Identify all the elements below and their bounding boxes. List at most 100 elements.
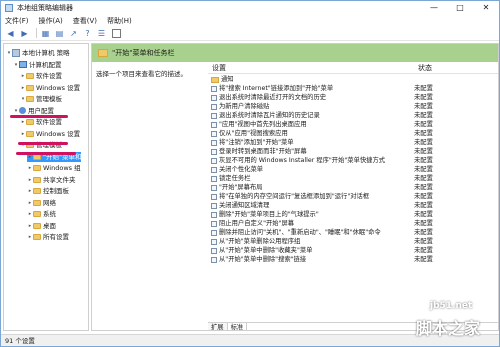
setting-row[interactable]: 将"搜索 Internet"链接添加到"开始"菜单 未配置 xyxy=(208,84,498,93)
tree-item[interactable]: ▸ 控制面板 xyxy=(27,186,69,196)
menu-bar: 文件(F) 操作(A) 查看(V) 帮助(H) xyxy=(1,15,499,26)
tree-item[interactable]: ▸ 网络 xyxy=(27,198,56,208)
setting-icon xyxy=(211,184,217,191)
setting-state: 未配置 xyxy=(414,211,433,218)
setting-row[interactable]: 关闭个性化菜单 未配置 xyxy=(208,165,498,174)
setting-name: 删除并阻止访问"关机"、"重新启动"、"睡眠"和"休眠"命令 xyxy=(219,229,381,236)
tree-item[interactable]: ▾ 用户配置 xyxy=(13,106,54,116)
watermark-url: jb51.net xyxy=(430,301,473,311)
tree-item-label: 本地计算机 策略 xyxy=(22,49,70,57)
tree-item[interactable]: ▸ Windows 组 xyxy=(27,163,81,173)
column-header-setting[interactable]: 设置 xyxy=(208,63,418,73)
setting-row[interactable]: 灰显不可用的 Windows Installer 程序"开始"菜单快捷方式 未配置 xyxy=(208,156,498,165)
setting-state: 未配置 xyxy=(414,103,433,110)
setting-name: 退出系统时清除瓦片通知的历史记录 xyxy=(219,112,320,119)
setting-row[interactable]: 退出系统时清除瓦片通知的历史记录 未配置 xyxy=(208,111,498,120)
tree-item[interactable]: ▸ 桌面 xyxy=(27,221,56,231)
setting-row[interactable]: 退出系统时清除最近打开的文档的历史 未配置 xyxy=(208,93,498,102)
list-icon[interactable]: ☰ xyxy=(96,28,107,39)
tree-item[interactable]: ▾ 本地计算机 策略 xyxy=(6,48,70,58)
folder-row[interactable]: 通知 xyxy=(208,75,498,84)
setting-row[interactable]: 删除并阻止访问"关机"、"重新启动"、"睡眠"和"休眠"命令 未配置 xyxy=(208,228,498,237)
setting-name: 从"开始"菜单中删除"搜索"链接 xyxy=(219,256,307,263)
setting-name: 仅从"应用"视图搜索应用 xyxy=(219,130,288,137)
setting-state: 未配置 xyxy=(414,184,433,191)
setting-row[interactable]: 关闭通知区域清理 未配置 xyxy=(208,201,498,210)
menu-view[interactable]: 查看(V) xyxy=(73,16,97,26)
column-header-state[interactable]: 状态 xyxy=(418,63,468,73)
group-policy-editor-window: 本地组策略编辑器 — □ ✕ 文件(F) 操作(A) 查看(V) 帮助(H) ◀… xyxy=(0,0,500,347)
setting-row[interactable]: 仅从"应用"视图搜索应用 未配置 xyxy=(208,129,498,138)
setting-row[interactable]: "应用"视图中首先列出桌面应用 未配置 xyxy=(208,120,498,129)
setting-state: 未配置 xyxy=(414,148,433,155)
setting-state: 未配置 xyxy=(414,175,433,182)
properties-icon[interactable]: ▤ xyxy=(54,28,65,39)
menu-action[interactable]: 操作(A) xyxy=(39,16,63,26)
setting-name: 从"开始"菜单删除公用程序组 xyxy=(219,238,301,245)
setting-icon xyxy=(211,148,217,155)
folder-view-icon[interactable]: ▦ xyxy=(40,28,51,39)
setting-row[interactable]: 从"开始"菜单中删除"收藏夹"菜单 未配置 xyxy=(208,246,498,255)
setting-name: 通知 xyxy=(221,76,234,83)
forward-icon[interactable]: ▶ xyxy=(19,28,30,39)
export-icon[interactable]: ↗ xyxy=(68,28,79,39)
setting-row[interactable]: 将"注销"添加到"开始"菜单 未配置 xyxy=(208,138,498,147)
setting-icon xyxy=(211,157,217,164)
folder-icon xyxy=(33,188,41,194)
tree-item-label: 系统 xyxy=(43,210,56,218)
menu-file[interactable]: 文件(F) xyxy=(5,16,29,26)
list-header: 设置 状态 xyxy=(208,62,498,74)
tree-item-label: 网络 xyxy=(43,198,56,207)
tree-item[interactable]: ▸ 系统 xyxy=(27,209,56,219)
description-text: 选择一个项目来查看它的描述。 xyxy=(96,70,187,78)
tree-item[interactable]: ▸ Windows 设置 xyxy=(20,83,80,93)
window-title: 本地组策略编辑器 xyxy=(17,4,73,12)
setting-row[interactable]: 登录时转到桌面而非"开始"屏幕 未配置 xyxy=(208,147,498,156)
tree-item[interactable]: ▾ 计算机配置 xyxy=(13,60,62,70)
tree-item-label: 软件设置 xyxy=(36,118,62,126)
tree-item[interactable]: ▸ 共享文件夹 xyxy=(27,175,76,185)
setting-state: 未配置 xyxy=(414,229,433,236)
tree-item[interactable]: ▸ Windows 设置 xyxy=(20,129,80,139)
settings-list: 通知 将"搜索 Internet"链接添加到"开始"菜单 未配置 退出系统时清除最近打… xyxy=(208,75,498,264)
setting-row[interactable]: 删除"开始"菜单项目上的"气球提示" 未配置 xyxy=(208,210,498,219)
tree-item[interactable]: ▸ 软件设置 xyxy=(20,117,62,127)
tree-item-label: Windows 组 xyxy=(43,164,81,172)
setting-icon xyxy=(211,121,217,128)
setting-name: 关闭个性化菜单 xyxy=(219,166,264,173)
tree-item-label: 共享文件夹 xyxy=(43,175,76,184)
maximize-button[interactable]: □ xyxy=(447,1,473,15)
content-header: "开始"菜单和任务栏 xyxy=(92,44,498,62)
setting-row[interactable]: 阻止用户自定义"开始"屏幕 未配置 xyxy=(208,219,498,228)
folder-icon xyxy=(33,176,41,183)
setting-state: 未配置 xyxy=(414,94,433,101)
setting-name: 将"搜索 Internet"链接添加到"开始"菜单 xyxy=(219,85,334,92)
setting-row[interactable]: 从"开始"菜单中删除"搜索"链接 未配置 xyxy=(208,255,498,264)
minimize-button[interactable]: — xyxy=(421,1,447,15)
help-icon[interactable]: ? xyxy=(82,28,93,39)
tree-item[interactable]: ▸ 软件设置 xyxy=(20,71,62,81)
setting-state: 未配置 xyxy=(414,130,433,137)
setting-row[interactable]: "开始"屏幕布局 未配置 xyxy=(208,183,498,192)
setting-name: 锁定任务栏 xyxy=(219,175,251,182)
menu-help[interactable]: 帮助(H) xyxy=(107,16,132,26)
close-button[interactable]: ✕ xyxy=(473,1,499,15)
tab-standard[interactable]: 标准 xyxy=(227,323,248,330)
setting-row[interactable]: 锁定任务栏 未配置 xyxy=(208,174,498,183)
setting-state: 未配置 xyxy=(414,247,433,254)
setting-icon xyxy=(211,229,217,236)
setting-row[interactable]: 从"开始"菜单删除公用程序组 未配置 xyxy=(208,237,498,246)
setting-icon xyxy=(211,202,217,209)
back-icon[interactable]: ◀ xyxy=(5,28,16,39)
setting-icon xyxy=(211,103,217,110)
setting-name: 关闭通知区域清理 xyxy=(219,202,270,209)
folder-icon xyxy=(33,222,41,229)
setting-state: 未配置 xyxy=(414,85,433,92)
folder-icon xyxy=(26,130,34,137)
tab-extended[interactable]: 扩展 xyxy=(208,323,228,330)
tree-item[interactable]: ▾ 管理模板 xyxy=(20,94,62,104)
setting-row[interactable]: 为新用户清除磁贴 未配置 xyxy=(208,102,498,111)
filter-icon[interactable] xyxy=(112,28,121,38)
setting-row[interactable]: 将"在单独的内存空间运行"复选框添加到"运行"对话框 未配置 xyxy=(208,192,498,201)
tree-item[interactable]: ▸ 所有设置 xyxy=(27,232,69,242)
